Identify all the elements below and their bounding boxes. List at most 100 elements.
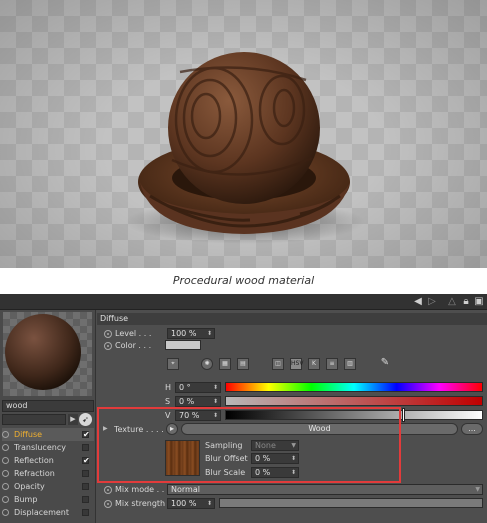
mix-mode-value: Normal [171, 485, 200, 494]
h-field[interactable]: 0 ° ⬍ [175, 382, 221, 393]
radio-icon [2, 457, 9, 464]
blur-offset-value: 0 % [255, 454, 271, 463]
channel-label: Reflection [14, 456, 54, 465]
lock-icon[interactable]: 🔒︎ [460, 296, 472, 308]
chevron-down-icon: ▼ [291, 442, 296, 449]
channel-checkbox[interactable] [82, 496, 89, 503]
channel-label: Displacement [14, 508, 69, 517]
swatch-icon[interactable]: ▥ [344, 358, 356, 370]
spinner-icon[interactable]: ⬍ [291, 468, 296, 477]
value-slider[interactable] [225, 410, 483, 420]
mix-mode-dropdown[interactable]: Normal ▼ [167, 484, 483, 495]
channel-refraction[interactable]: Refraction [2, 467, 94, 480]
new-panel-icon[interactable]: ▣ [473, 296, 485, 308]
rgb-icon[interactable]: ▤ [237, 358, 249, 370]
sampling-value: None [255, 441, 276, 450]
v-value: 70 % [179, 411, 200, 420]
blur-scale-field[interactable]: 0 % ⬍ [251, 467, 299, 478]
level-value: 100 % [171, 329, 197, 338]
channel-reflection[interactable]: Reflection ✔ [2, 454, 94, 467]
mix-mode-animate-radio[interactable] [104, 486, 112, 494]
texture-more-button[interactable]: ... [461, 423, 483, 435]
mix-strength-field[interactable]: 100 % ⬍ [167, 498, 215, 509]
channel-checkbox[interactable]: ✔ [82, 457, 90, 465]
mixer-icon[interactable]: ≡ [326, 358, 338, 370]
eyedropper-icon[interactable]: ✎ [379, 358, 391, 370]
spinner-icon[interactable]: ⬍ [213, 383, 218, 392]
h-label: H [165, 383, 172, 392]
channel-label: Refraction [14, 469, 55, 478]
texture-menu-icon[interactable]: ▸ [166, 423, 178, 435]
figure-caption: Procedural wood material [172, 274, 315, 287]
blur-offset-field[interactable]: 0 % ⬍ [251, 453, 299, 464]
editor-toolbar: ◀ ▷ △ 🔒︎ ▣ [0, 294, 487, 310]
spinner-icon[interactable]: ⬍ [213, 411, 218, 420]
channel-translucency[interactable]: Translucency [2, 441, 94, 454]
kelvin-icon[interactable]: K [308, 358, 320, 370]
channel-displacement[interactable]: Displacement [2, 506, 94, 519]
color-swatch[interactable] [165, 340, 201, 350]
wood-render [125, 52, 365, 244]
picker-icon[interactable]: ⌖ [167, 358, 179, 370]
texture-shader-button[interactable]: Wood [181, 423, 458, 435]
spinner-icon[interactable]: ⬍ [207, 329, 212, 338]
image-icon[interactable]: ▦ [219, 358, 231, 370]
s-label: S [165, 397, 171, 406]
channel-checkbox[interactable] [82, 509, 89, 516]
preview-sphere-icon [5, 314, 81, 390]
spectrum-icon[interactable]: ✺ [201, 358, 213, 370]
channel-diffuse[interactable]: Diffuse ✔ [2, 428, 94, 441]
v-label: V [165, 411, 171, 420]
pick-cursor-icon[interactable]: ➹ [79, 413, 92, 426]
v-field[interactable]: 70 % ⬍ [175, 410, 221, 421]
blur-scale-label: Blur Scale [205, 468, 246, 477]
radio-icon [2, 444, 9, 451]
saturation-slider[interactable] [225, 396, 483, 406]
level-animate-radio[interactable] [104, 330, 112, 338]
channel-opacity[interactable]: Opacity [2, 480, 94, 493]
wheel-icon[interactable]: ◫ [272, 358, 284, 370]
material-filter-field[interactable] [2, 414, 66, 425]
channel-label: Bump [14, 495, 38, 504]
wood-sphere [168, 52, 320, 204]
channel-checkbox[interactable] [82, 444, 89, 451]
mix-strength-slider[interactable] [219, 498, 483, 508]
material-name-field[interactable]: wood [2, 400, 94, 412]
channel-checkbox[interactable]: ✔ [82, 431, 90, 439]
channel-checkbox[interactable] [82, 483, 89, 490]
wood-texture-thumbnail[interactable] [165, 440, 200, 476]
level-field[interactable]: 100 % ⬍ [167, 328, 215, 339]
value-slider-handle[interactable] [402, 408, 405, 422]
chevron-down-icon: ▼ [475, 486, 480, 493]
mix-strength-value: 100 % [171, 499, 197, 508]
up-arrow-icon[interactable]: △ [446, 296, 458, 308]
mix-strength-label: Mix strength [115, 499, 166, 508]
color-animate-radio[interactable] [104, 342, 112, 350]
spinner-icon[interactable]: ⬍ [213, 397, 218, 406]
expand-arrow-icon[interactable]: ▶ [103, 425, 108, 432]
blur-offset-label: Blur Offset [205, 454, 248, 463]
mix-strength-animate-radio[interactable] [104, 500, 112, 508]
sampling-dropdown[interactable]: None ▼ [251, 440, 299, 451]
channel-bump[interactable]: Bump [2, 493, 94, 506]
material-editor: ◀ ▷ △ 🔒︎ ▣ wood ▶ ➹ Diffuse ✔ Translucen… [0, 294, 487, 523]
spinner-icon[interactable]: ⬍ [207, 499, 212, 508]
radio-icon [2, 483, 9, 490]
play-arrow-icon[interactable]: ▶ [68, 414, 78, 425]
spinner-icon[interactable]: ⬍ [291, 454, 296, 463]
channel-checkbox[interactable] [82, 470, 89, 477]
texture-label: Texture . . . . [114, 425, 164, 434]
back-arrow-icon[interactable]: ◀ [412, 296, 424, 308]
h-value: 0 ° [179, 383, 191, 392]
hue-slider[interactable] [225, 382, 483, 392]
level-label: Level . . . [115, 329, 152, 338]
s-field[interactable]: 0 % ⬍ [175, 396, 221, 407]
render-view [0, 0, 487, 268]
material-preview[interactable] [3, 312, 92, 396]
forward-arrow-icon[interactable]: ▷ [426, 296, 438, 308]
section-title: Diffuse [97, 313, 487, 325]
channel-label: Translucency [14, 443, 66, 452]
mix-mode-label: Mix mode . . . [115, 485, 170, 494]
radio-icon [2, 470, 9, 477]
hsv-icon[interactable]: HSV [290, 358, 303, 370]
